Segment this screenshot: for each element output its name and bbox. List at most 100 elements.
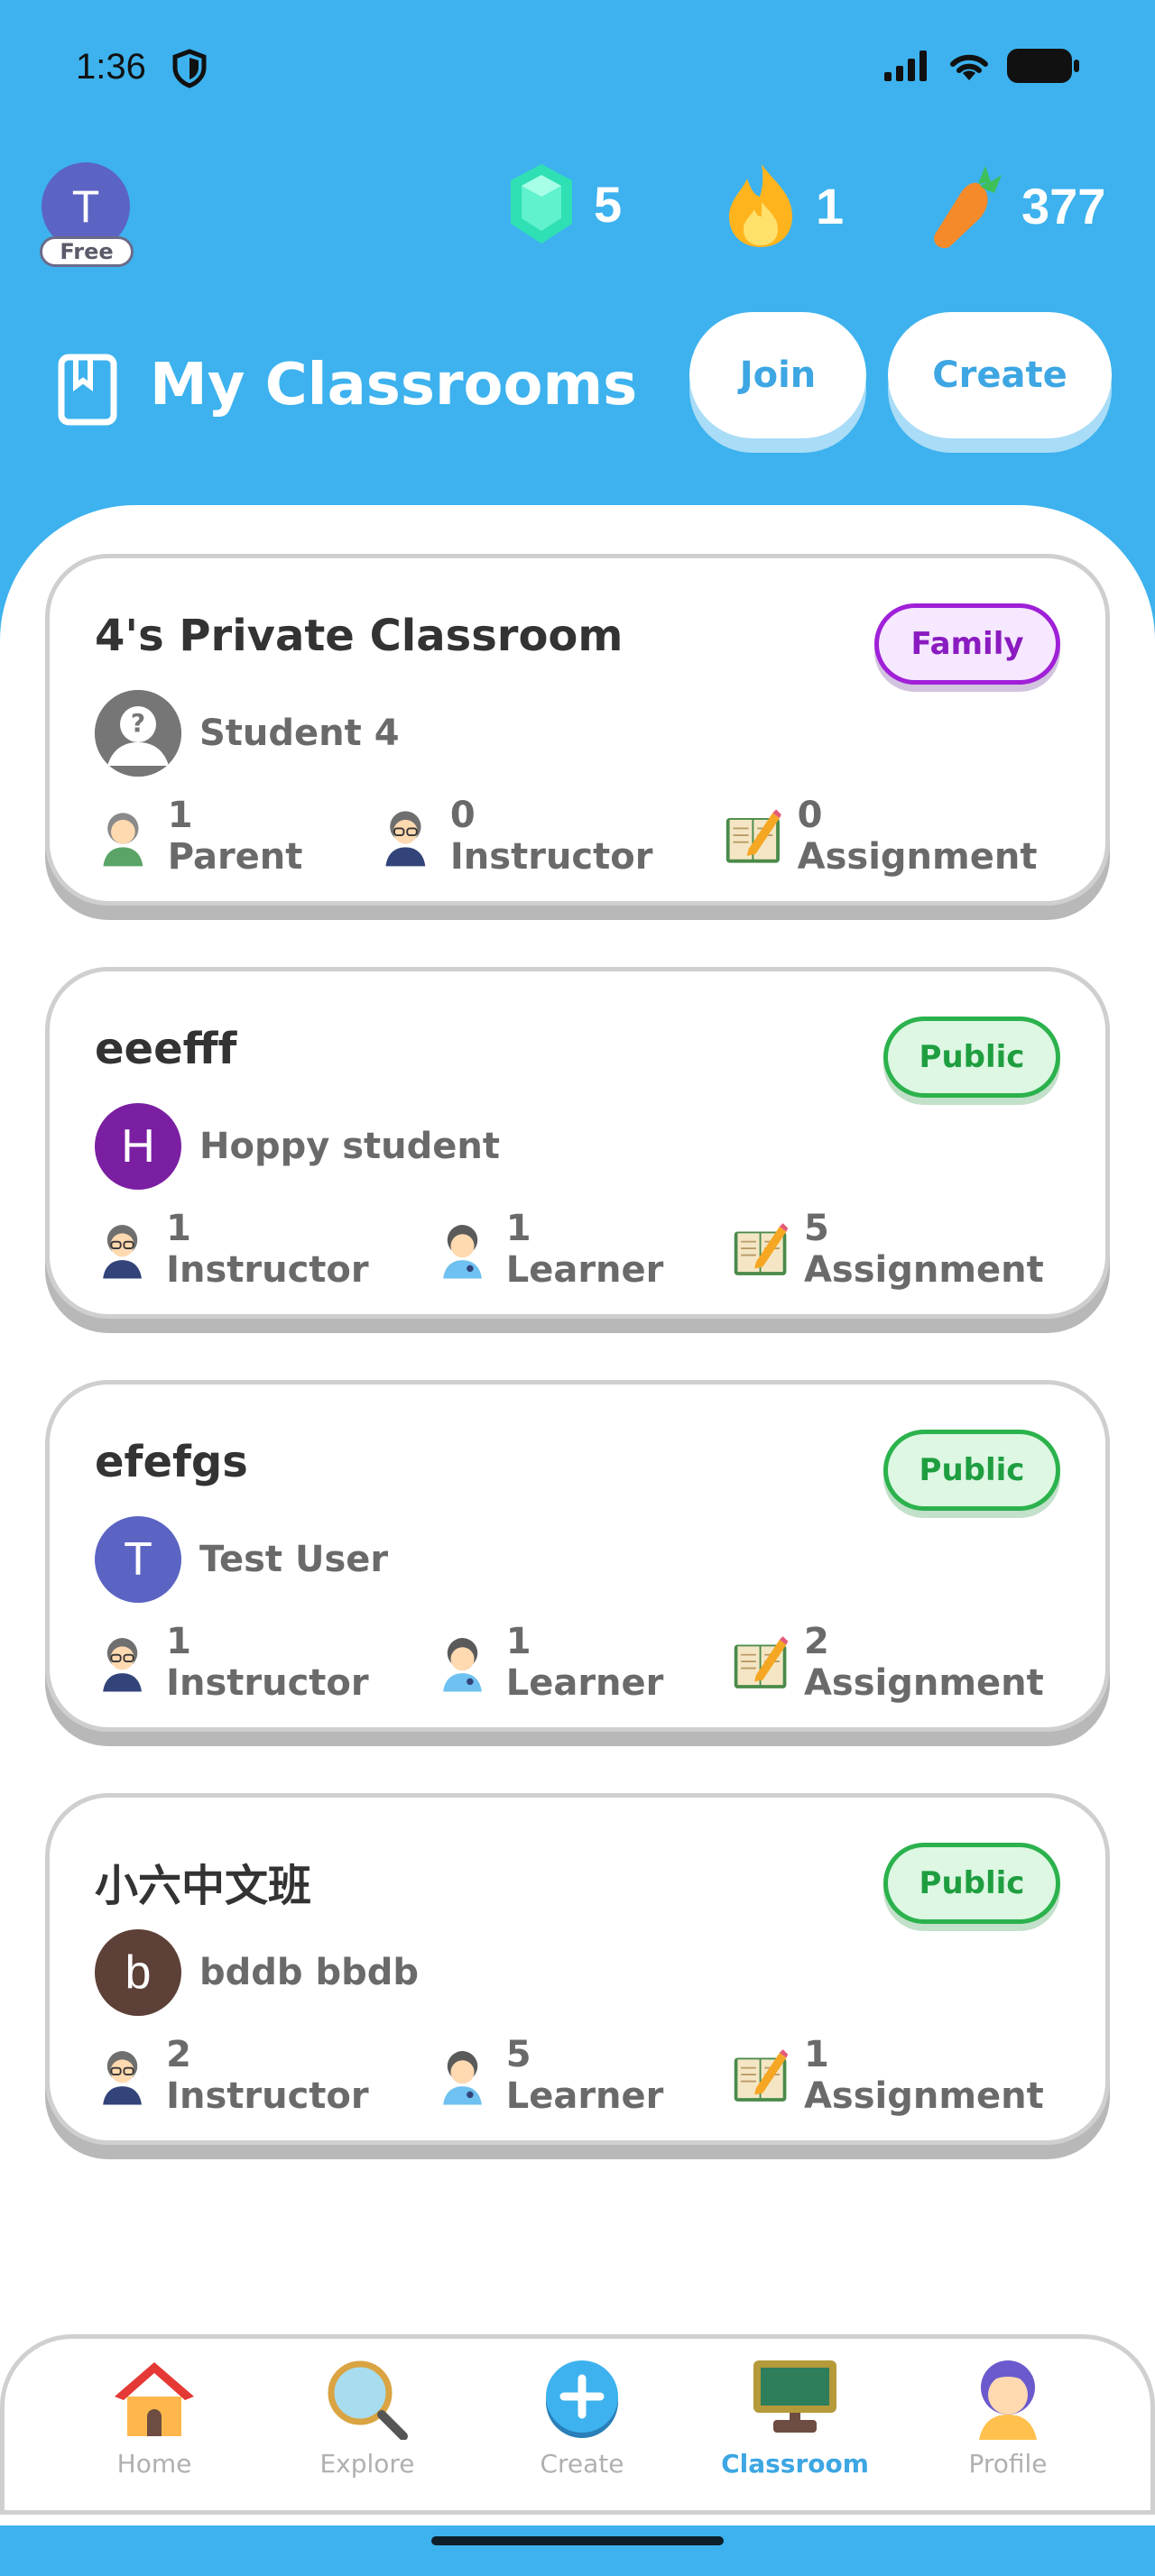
classroom-card[interactable]: 小六中文班 Public b bddb bbdb 2 Instructor 5 … — [45, 1793, 1110, 2145]
assignment-count: 2 Assignment — [803, 1621, 1044, 1704]
nav-explore[interactable]: Explore — [277, 2357, 457, 2479]
book-icon — [58, 354, 117, 426]
classroom-owner: ? Student 4 — [95, 690, 400, 777]
classrooms-header: My Classrooms Join Create — [0, 307, 1155, 478]
battery-icon — [1007, 49, 1079, 87]
gem-icon — [511, 164, 572, 244]
nav-label: Create — [540, 2449, 624, 2479]
top-bar: T Free 5 1 377 — [0, 153, 1155, 271]
assignment-stat: 1 Assignment — [731, 2034, 1062, 2117]
gems-count: 5 — [594, 175, 623, 233]
nav-label: Classroom — [721, 2449, 869, 2479]
classroom-owner: H Hoppy student — [95, 1103, 500, 1190]
plan-badge: Free — [40, 236, 134, 267]
assignment-stat: 5 Assignment — [731, 1208, 1062, 1291]
status-time: 1:36 — [76, 47, 146, 87]
learner-stat: 1 Learner — [433, 1208, 688, 1291]
learner-icon — [442, 2051, 482, 2105]
carrots-stat[interactable]: 377 — [926, 161, 1105, 251]
assignment-count: 1 Assignment — [803, 2034, 1044, 2117]
instructor-count: 2 Instructor — [166, 2034, 369, 2117]
owner-avatar: H — [95, 1103, 181, 1190]
instructor-stat: 1 Instructor — [93, 1208, 390, 1291]
nav-classroom[interactable]: Classroom — [705, 2357, 885, 2479]
classroom-stats: 1 Parent 0 Instructor 0 Assignment — [93, 795, 1105, 878]
instructor-count: 0 Instructor — [449, 795, 653, 878]
join-button[interactable]: Join — [689, 312, 866, 438]
nav-label: Profile — [968, 2449, 1048, 2479]
classroom-type-badge: Public — [883, 1843, 1060, 1924]
assignment-count: 5 Assignment — [803, 1208, 1044, 1291]
parent-icon — [103, 813, 143, 867]
classroom-name: efefgs — [95, 1437, 248, 1487]
classroom-card[interactable]: efefgs Public T Test User 1 Instructor 1… — [45, 1380, 1110, 1732]
carrot-icon — [934, 164, 1002, 249]
owner-name: Student 4 — [199, 713, 400, 754]
content-panel: 4's Private Classroom Family ? Student 4… — [0, 505, 1155, 2525]
gems-stat[interactable]: 5 — [505, 161, 622, 247]
carrots-count: 377 — [1021, 177, 1106, 235]
user-initial: T — [71, 181, 100, 232]
instructor-stat: 0 Instructor — [375, 795, 679, 878]
owner-name: Test User — [199, 1539, 389, 1580]
notebook-pencil-icon — [734, 1636, 789, 1688]
classroom-name: 小六中文班 — [95, 1861, 312, 1911]
instructor-icon — [103, 1225, 142, 1279]
learner-icon — [442, 1225, 482, 1279]
owner-avatar: b — [95, 1929, 181, 2016]
classroom-type-badge: Public — [883, 1430, 1060, 1511]
classroom-card[interactable]: eeefff Public H Hoppy student 1 Instruct… — [45, 967, 1110, 1319]
svg-text:?: ? — [131, 708, 145, 738]
flame-icon — [729, 164, 792, 247]
parent-stat: 1 Parent — [93, 795, 332, 878]
home-icon — [115, 2362, 194, 2436]
unknown-user-icon: ? — [95, 690, 181, 777]
instructor-icon — [385, 811, 426, 867]
instructor-count: 1 Instructor — [166, 1208, 369, 1291]
create-button[interactable]: Create — [888, 312, 1112, 438]
chalkboard-icon — [753, 2360, 836, 2433]
instructor-icon — [103, 1638, 142, 1692]
classroom-stats: 2 Instructor 5 Learner 1 Assignment — [93, 2034, 1105, 2117]
assignment-count: 0 Assignment — [797, 795, 1038, 878]
learner-count: 1 Learner — [505, 1621, 664, 1704]
classroom-card[interactable]: 4's Private Classroom Family ? Student 4… — [45, 554, 1110, 906]
instructor-icon — [103, 2051, 142, 2105]
status-bar: 1:36 — [0, 0, 1155, 135]
instructor-stat: 2 Instructor — [93, 2034, 390, 2117]
instructor-stat: 1 Instructor — [93, 1621, 390, 1704]
learner-count: 5 Learner — [505, 2034, 664, 2117]
home-indicator — [431, 2536, 724, 2545]
nav-label: Explore — [319, 2449, 415, 2479]
instructor-count: 1 Instructor — [166, 1621, 369, 1704]
learner-stat: 1 Learner — [433, 1621, 688, 1704]
page-title: My Classrooms — [150, 352, 638, 419]
classroom-stats: 1 Instructor 1 Learner 5 Assignment — [93, 1208, 1105, 1291]
signal-icon — [884, 51, 931, 85]
notebook-pencil-icon — [734, 1223, 789, 1275]
classroom-name: eeefff — [95, 1024, 237, 1074]
owner-avatar: ? — [95, 690, 181, 777]
learner-icon — [442, 1638, 482, 1692]
classroom-type-badge: Family — [874, 603, 1060, 685]
nav-profile[interactable]: Profile — [918, 2357, 1098, 2479]
owner-name: bddb bbdb — [199, 1952, 419, 1993]
nav-create[interactable]: Create — [492, 2357, 672, 2479]
classroom-type-badge: Public — [883, 1017, 1060, 1098]
classroom-owner: T Test User — [95, 1516, 388, 1603]
owner-avatar: T — [95, 1516, 181, 1603]
assignment-stat: 0 Assignment — [723, 795, 1062, 878]
notebook-pencil-icon — [725, 809, 781, 863]
streak-count: 1 — [816, 177, 845, 235]
classroom-owner: b bddb bbdb — [95, 1929, 419, 2016]
shield-icon — [171, 49, 208, 92]
nav-label: Home — [116, 2449, 192, 2479]
classroom-name: 4's Private Classroom — [95, 611, 624, 661]
classroom-stats: 1 Instructor 1 Learner 2 Assignment — [93, 1621, 1105, 1704]
bottom-nav: Home Explore Create Classroom Profile — [0, 2334, 1155, 2515]
notebook-pencil-icon — [734, 2049, 789, 2102]
nav-home[interactable]: Home — [64, 2357, 245, 2479]
streak-stat[interactable]: 1 — [722, 161, 844, 251]
parent-count: 1 Parent — [167, 795, 303, 878]
profile-icon — [979, 2360, 1037, 2440]
